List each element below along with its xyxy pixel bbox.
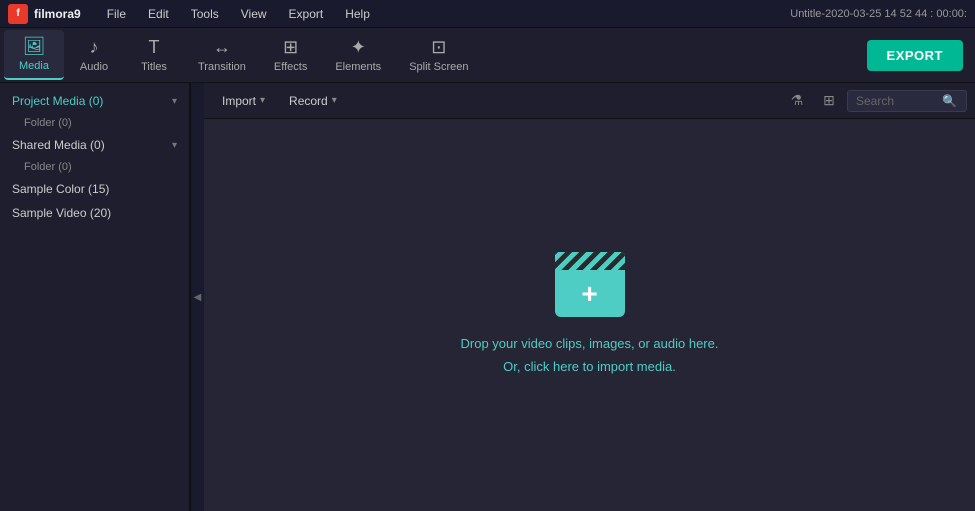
menu-file[interactable]: File: [97, 4, 136, 24]
sidebar-folder_0[interactable]: Folder (0): [0, 113, 189, 133]
split_screen-label: Split Screen: [409, 61, 468, 73]
elements-label: Elements: [335, 61, 381, 73]
sidebar: Project Media (0)▾Folder (0)Shared Media…: [0, 83, 190, 511]
transition-icon: ↔: [213, 37, 231, 58]
toolbar: 🖼 Media ♪ Audio T Titles ↔ Transition ⊞ …: [0, 28, 975, 83]
expand-icon: ▾: [172, 96, 177, 107]
content-area: Import ▾ Record ▾ ⚗ ⊞ 🔍 +: [204, 83, 975, 511]
titles-icon: T: [149, 37, 160, 58]
media-icon: 🖼: [23, 36, 46, 57]
import-chevron-icon: ▾: [260, 95, 265, 106]
filter-icon[interactable]: ⚗: [783, 87, 811, 115]
clapboard-icon: +: [555, 252, 625, 317]
menu-bar: FileEditToolsViewExportHelp: [97, 4, 791, 24]
import-label: Import: [222, 94, 256, 108]
clap-plus-icon: +: [581, 280, 597, 308]
sidebar-shared_media[interactable]: Shared Media (0) ▾: [0, 133, 189, 157]
sidebar-sample_video[interactable]: Sample Video (20): [0, 201, 189, 225]
drop-line1: Drop your video clips, images, or audio …: [461, 333, 719, 355]
search-input[interactable]: [856, 94, 936, 108]
sidebar-sample_color[interactable]: Sample Color (15): [0, 177, 189, 201]
expand-icon: ▾: [172, 140, 177, 151]
record-chevron-icon: ▾: [332, 95, 337, 106]
media-label: Media: [19, 60, 49, 72]
sidebar-project_media-label: Project Media (0): [12, 94, 103, 108]
sidebar-project_media[interactable]: Project Media (0) ▾: [0, 89, 189, 113]
export-button[interactable]: EXPORT: [867, 40, 963, 71]
effects-label: Effects: [274, 61, 307, 73]
grid-view-icon[interactable]: ⊞: [815, 87, 843, 115]
title-bar: f filmora9 FileEditToolsViewExportHelp U…: [0, 0, 975, 28]
search-icon: 🔍: [942, 94, 957, 108]
transition-label: Transition: [198, 61, 246, 73]
menu-tools[interactable]: Tools: [181, 4, 229, 24]
drop-area[interactable]: + Drop your video clips, images, or audi…: [204, 119, 975, 511]
drop-text: Drop your video clips, images, or audio …: [461, 333, 719, 377]
toolbar-split_screen[interactable]: ⊡ Split Screen: [395, 30, 482, 80]
window-title: Untitle-2020-03-25 14 52 44 : 00:00:: [790, 8, 967, 20]
sidebar-folder_0b[interactable]: Folder (0): [0, 157, 189, 177]
record-label: Record: [289, 94, 328, 108]
toolbar-transition[interactable]: ↔ Transition: [184, 30, 260, 80]
search-box[interactable]: 🔍: [847, 90, 967, 112]
elements-icon: ✦: [351, 37, 366, 58]
sidebar-shared_media-label: Shared Media (0): [12, 138, 105, 152]
audio-icon: ♪: [90, 37, 99, 58]
audio-label: Audio: [80, 61, 108, 73]
toolbar-effects[interactable]: ⊞ Effects: [260, 30, 321, 80]
sidebar-collapse-button[interactable]: ◀: [190, 83, 204, 511]
content-toolbar: Import ▾ Record ▾ ⚗ ⊞ 🔍: [204, 83, 975, 119]
toolbar-titles[interactable]: T Titles: [124, 30, 184, 80]
menu-view[interactable]: View: [231, 4, 277, 24]
sidebar-sample_color-label: Sample Color (15): [12, 182, 109, 196]
drop-line2: Or, click here to import media.: [461, 356, 719, 378]
logo-icon: f: [8, 4, 28, 24]
logo-letter: f: [16, 8, 19, 19]
split_screen-icon: ⊡: [431, 37, 446, 58]
menu-export[interactable]: Export: [279, 4, 334, 24]
titles-label: Titles: [141, 61, 167, 73]
sidebar-sample_video-label: Sample Video (20): [12, 206, 111, 220]
menu-edit[interactable]: Edit: [138, 4, 179, 24]
app-logo: f filmora9: [8, 4, 81, 24]
toolbar-audio[interactable]: ♪ Audio: [64, 30, 124, 80]
app-name: filmora9: [34, 7, 81, 21]
menu-help[interactable]: Help: [335, 4, 380, 24]
toolbar-media[interactable]: 🖼 Media: [4, 30, 64, 80]
import-button[interactable]: Import ▾: [212, 90, 275, 112]
toolbar-elements[interactable]: ✦ Elements: [321, 30, 395, 80]
record-button[interactable]: Record ▾: [279, 90, 347, 112]
main-area: Project Media (0)▾Folder (0)Shared Media…: [0, 83, 975, 511]
effects-icon: ⊞: [283, 37, 298, 58]
